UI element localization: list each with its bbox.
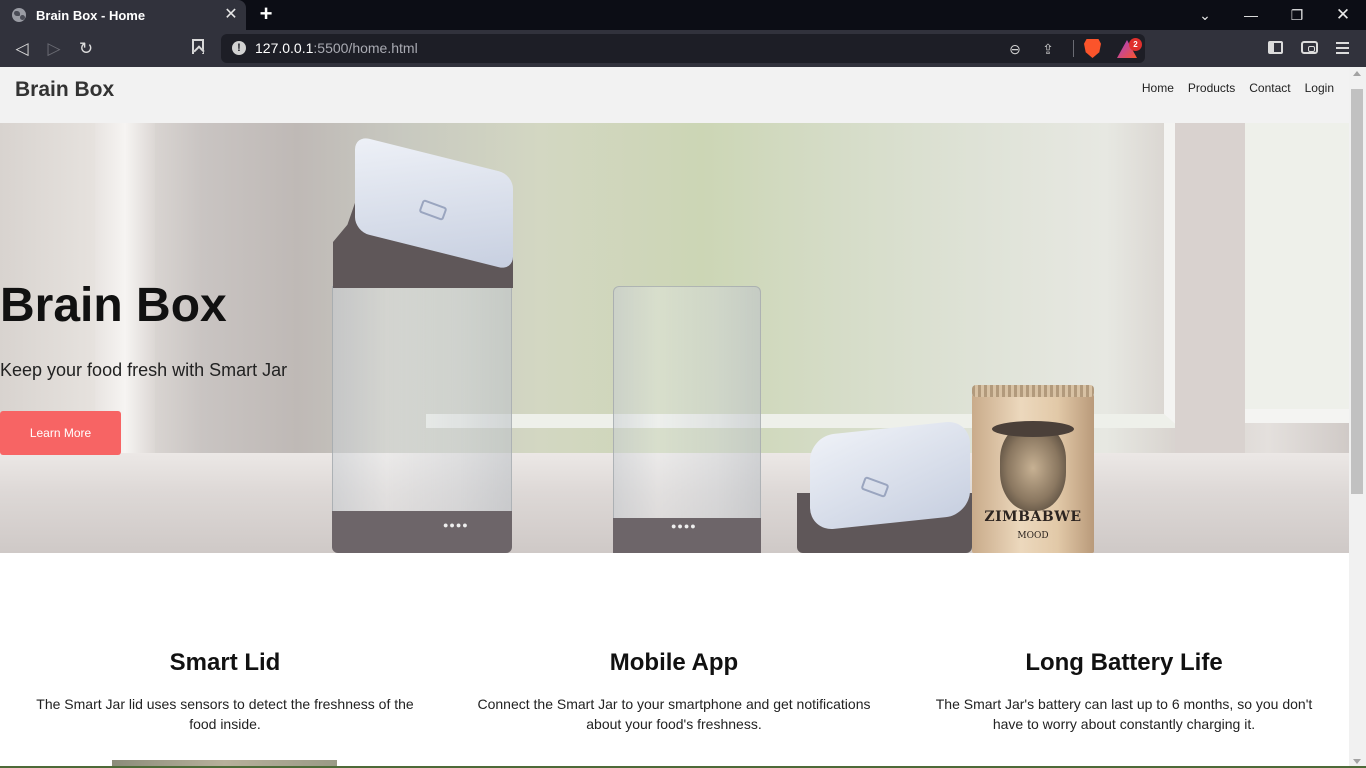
feature-text: The Smart Jar's battery can last up to 6… [935,696,1313,732]
scroll-thumb[interactable] [1351,89,1363,494]
site-logo[interactable]: Brain Box [15,78,114,102]
menu-icon[interactable] [1336,40,1350,56]
chevron-down-icon[interactable]: ⌄ [1182,0,1228,30]
browser-tab-bar: Brain Box - Home ✕ + ⌄ — ❐ ✕ [0,0,1366,30]
address-bar[interactable]: ! 127.0.0.1:5500/home.html ⊖ ⇪ 2 [221,34,1145,63]
feature-title: Smart Lid [169,649,281,676]
separator [1073,40,1074,57]
brave-shields-icon[interactable] [1084,39,1101,58]
nav-contact[interactable]: Contact [1249,81,1290,95]
share-icon[interactable]: ⇪ [1039,40,1057,58]
site-header: Brain Box Home Products Contact Login [0,67,1349,123]
hero-section: ●●●● ●●●● ZIMBABWE MOOD Brain Box Keep y… [0,123,1349,553]
feature-title: Mobile App [609,649,739,676]
hero-background-window-right [1245,123,1349,423]
forward-icon[interactable]: ▷ [43,38,65,60]
coffee-bag-sub: MOOD [1017,531,1049,541]
url-path: :5500/home.html [313,40,418,56]
hero-background-window [426,123,1180,428]
browser-tab[interactable]: Brain Box - Home ✕ [0,0,246,30]
globe-icon [12,8,26,22]
coffee-bag-image: ZIMBABWE MOOD [972,385,1094,553]
feature-mobile-app: Mobile App Connect the Smart Jar to your… [474,649,874,734]
hero-subtitle: Keep your food fresh with Smart Jar [0,360,288,380]
url-text[interactable]: 127.0.0.1:5500/home.html [255,40,418,56]
bookmark-icon[interactable] [192,39,204,54]
coffee-bag-name: ZIMBABWE [984,509,1082,525]
nav-login[interactable]: Login [1305,81,1334,95]
tab-title: Brain Box - Home [36,8,146,23]
nav-home[interactable]: Home [1142,81,1174,95]
nav-products[interactable]: Products [1188,81,1235,95]
feature-text: Connect the Smart Jar to your smartphone… [477,696,871,732]
feature-battery-life: Long Battery Life The Smart Jar's batter… [924,649,1324,734]
zoom-out-icon[interactable]: ⊖ [1006,40,1024,58]
back-icon[interactable]: ◁ [11,38,33,60]
web-page: Brain Box Home Products Contact Login ●●… [0,67,1349,768]
scroll-up-icon[interactable] [1353,71,1361,76]
wallet-icon[interactable] [1301,41,1318,54]
browser-toolbar: ◁ ▷ ↻ ! 127.0.0.1:5500/home.html ⊖ ⇪ 2 [0,30,1366,67]
reload-icon[interactable]: ↻ [75,38,97,60]
close-icon[interactable]: ✕ [222,6,240,24]
sidebar-icon[interactable] [1268,41,1283,54]
info-icon[interactable]: ! [232,41,246,55]
feature-smart-lid: Smart Lid The Smart Jar lid uses sensors… [25,649,425,734]
url-host: 127.0.0.1 [255,40,314,56]
feature-title: Long Battery Life [1025,649,1223,676]
scroll-down-icon[interactable] [1353,759,1361,764]
site-nav: Home Products Contact Login [1128,81,1334,95]
feature-text: The Smart Jar lid uses sensors to detect… [36,696,414,732]
plus-icon[interactable]: + [255,3,277,27]
restore-icon[interactable]: ❐ [1274,0,1320,30]
features-section: Smart Lid The Smart Jar lid uses sensors… [0,553,1349,768]
page-scrollbar[interactable] [1349,67,1366,768]
learn-more-button[interactable]: Learn More [0,411,121,455]
minimize-icon[interactable]: — [1228,0,1274,30]
close-window-icon[interactable]: ✕ [1320,0,1366,30]
hero-title: Brain Box [0,279,227,332]
rewards-badge: 2 [1129,38,1142,51]
